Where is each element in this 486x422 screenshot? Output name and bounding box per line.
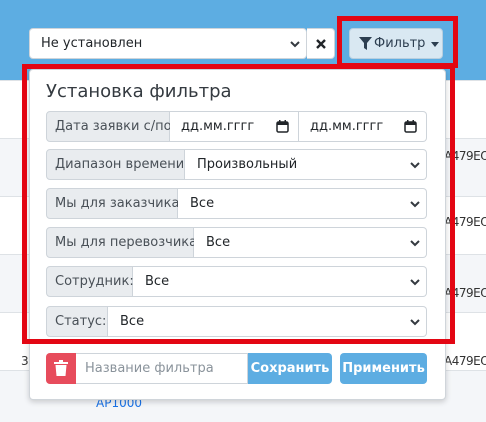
trash-icon [54, 360, 68, 376]
chevron-down-icon [290, 41, 300, 48]
apply-filter-button[interactable]: Применить [340, 353, 427, 384]
highlight-frame-filter-button [337, 16, 458, 68]
close-icon [316, 39, 326, 49]
filter-name-input[interactable] [76, 353, 248, 384]
status-select[interactable]: Не установлен [29, 28, 307, 59]
delete-filter-button[interactable] [46, 353, 76, 384]
clear-status-button[interactable] [307, 28, 335, 59]
highlight-frame-filter-panel [22, 64, 455, 344]
save-filter-button[interactable]: Сохранить [248, 353, 332, 384]
status-select-value: Не установлен [41, 36, 143, 51]
table-cell-id: 3 [21, 354, 29, 368]
table-cell-vehicle: A479EO [444, 354, 486, 368]
